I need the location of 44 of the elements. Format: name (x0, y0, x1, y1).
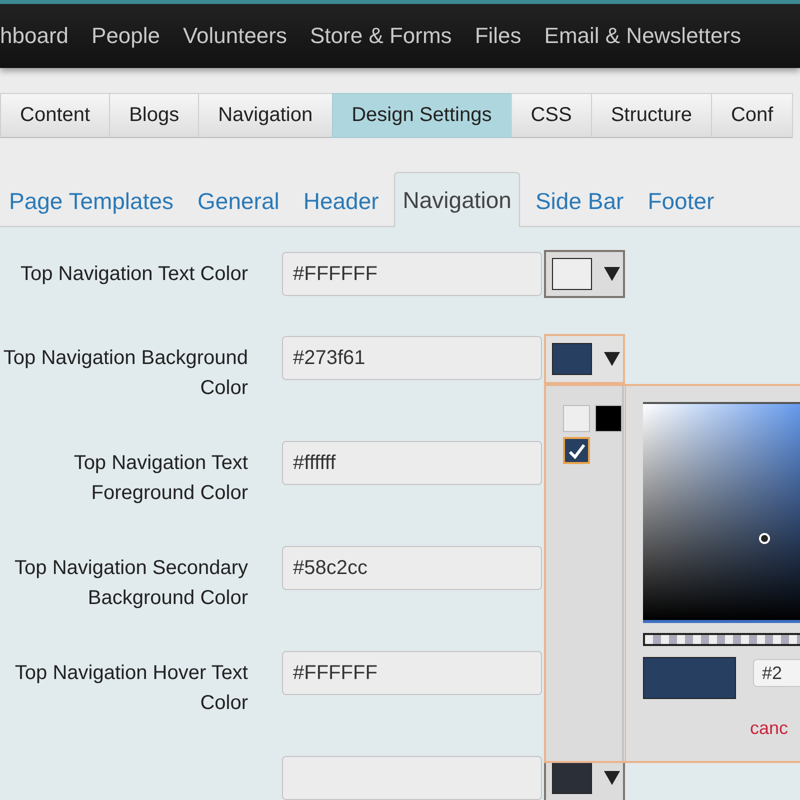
tab[interactable]: Design Settings (332, 93, 512, 138)
tab[interactable]: Page Templates (0, 174, 183, 227)
field-label: Top Navigation Text Foreground Color (72, 451, 248, 506)
color-input[interactable]: #FFFFFF (282, 252, 542, 296)
nav-link[interactable]: Store & Forms (310, 23, 452, 49)
caret-icon (604, 267, 620, 281)
cancel-link[interactable]: canc (750, 718, 788, 739)
tab[interactable]: Side Bar (526, 174, 633, 227)
hex-input[interactable]: #2 (753, 659, 800, 687)
check-icon (568, 442, 586, 458)
caret-icon (604, 352, 620, 366)
color-input[interactable]: #58c2cc (282, 546, 542, 590)
color-input[interactable]: #273f61 (282, 336, 542, 380)
tab[interactable]: Navigation (394, 172, 520, 227)
nav-link[interactable]: hboard (0, 23, 69, 49)
nav-link[interactable]: Files (474, 23, 522, 49)
color-input[interactable] (282, 756, 542, 800)
color-input[interactable]: #ffffff (282, 441, 542, 485)
palette-swatch[interactable] (563, 405, 590, 432)
tab[interactable]: Structure (590, 93, 712, 138)
nav-link[interactable]: People (92, 23, 160, 49)
color-input[interactable]: #FFFFFF (282, 651, 542, 695)
saturation-gradient[interactable] (643, 402, 800, 623)
field-label: Top Navigation Hover Text Color (14, 661, 248, 716)
caret-icon (604, 771, 620, 785)
nav-link[interactable]: Email & Newsletters (544, 23, 742, 49)
tab[interactable]: Navigation (198, 93, 333, 138)
nav-link[interactable]: Volunteers (183, 23, 287, 49)
field-label: Top Navigation Secondary Background Color (14, 556, 248, 611)
palette-swatch[interactable] (595, 405, 622, 432)
tab[interactable]: Conf (710, 93, 794, 138)
tab[interactable]: Blogs (109, 93, 200, 138)
field-label: Top Navigation Background Color (2, 346, 248, 401)
checkered-strip[interactable] (643, 633, 800, 646)
picker-handle[interactable] (759, 533, 770, 544)
tab[interactable]: General (188, 174, 288, 227)
tab[interactable]: Content (0, 93, 110, 138)
field-label: Top Navigation Text Color (19, 262, 248, 287)
tab[interactable]: Header (294, 174, 388, 227)
palette-swatch[interactable] (563, 437, 590, 464)
tab[interactable]: Footer (638, 174, 724, 227)
tab[interactable]: CSS (510, 93, 592, 138)
color-picker-button[interactable] (544, 334, 625, 384)
color-picker-button[interactable] (544, 250, 625, 298)
